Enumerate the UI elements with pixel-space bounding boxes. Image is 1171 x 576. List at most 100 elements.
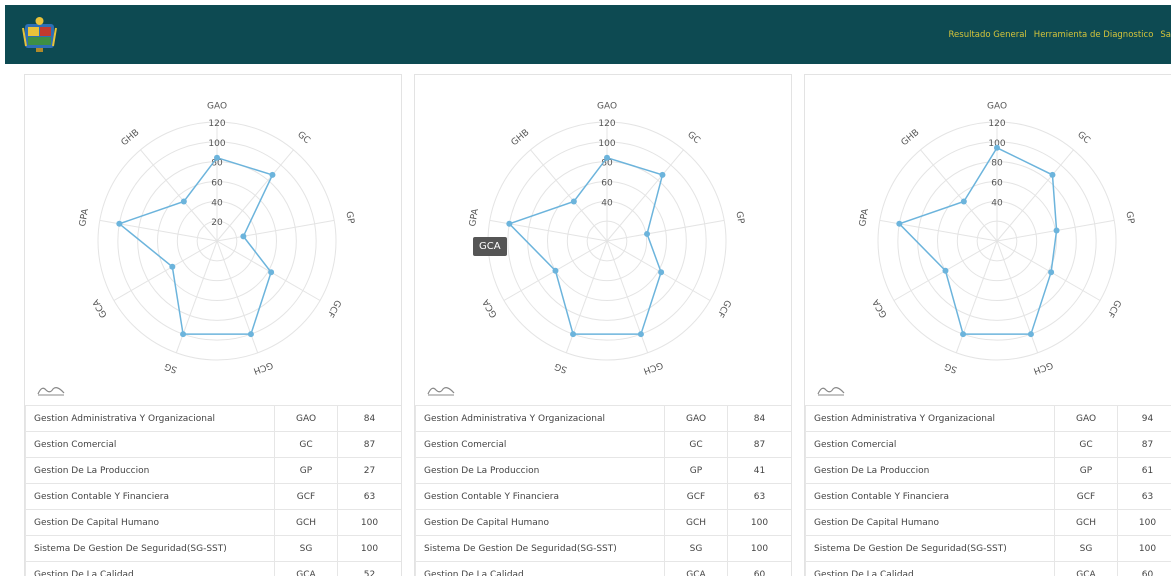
row-abbr: GC [665, 432, 728, 458]
row-value: 27 [338, 458, 402, 484]
data-point-gca[interactable] [169, 264, 175, 270]
table-row[interactable]: Gestion ComercialGC87 [416, 432, 792, 458]
nav-item-resultado-general[interactable]: Resultado General [949, 30, 1027, 40]
row-value: 100 [728, 536, 792, 562]
axis-label-gpa: GPA [78, 207, 91, 227]
table-row[interactable]: Gestion De La CalidadGCA52 [26, 562, 402, 576]
data-point-gao[interactable] [214, 155, 220, 161]
tick-label: 60 [991, 179, 1003, 189]
data-point-gca[interactable] [552, 268, 558, 274]
row-abbr: SG [1055, 536, 1118, 562]
nav-item-herramienta-diagnostico[interactable]: Herramienta de Diagnostico [1034, 30, 1154, 40]
axis-label-gca: GCA [871, 297, 890, 320]
data-point-gp[interactable] [240, 233, 246, 239]
row-name: Gestion Comercial [806, 432, 1055, 458]
data-point-gpa[interactable] [506, 221, 512, 227]
row-abbr: GP [1055, 458, 1118, 484]
tick-label: 40 [601, 198, 613, 208]
row-abbr: GCF [665, 484, 728, 510]
row-name: Gestion Comercial [26, 432, 275, 458]
data-point-gc[interactable] [1049, 172, 1055, 178]
axis-label-gch: GCH [642, 359, 664, 375]
row-value: 87 [1118, 432, 1171, 458]
axis-label-gpa: GPA [468, 207, 481, 227]
axis-label-gca: GCA [481, 297, 500, 320]
table-row[interactable]: Gestion Contable Y FinancieraGCF63 [26, 484, 402, 510]
axis-label-gch: GCH [1032, 359, 1054, 375]
row-abbr: GC [1055, 432, 1118, 458]
table-row[interactable]: Gestion De La CalidadGCA60 [806, 562, 1171, 576]
table-row[interactable]: Sistema De Gestion De Seguridad(SG-SST)S… [806, 536, 1171, 562]
data-point-gca[interactable] [942, 268, 948, 274]
data-point-gcf[interactable] [658, 269, 664, 275]
table-row[interactable]: Gestion De Capital HumanoGCH100 [416, 510, 792, 536]
data-point-gp[interactable] [1054, 227, 1060, 233]
row-value: 87 [338, 432, 402, 458]
data-point-gp[interactable] [644, 231, 650, 237]
row-value: 63 [338, 484, 402, 510]
data-point-gcf[interactable] [268, 269, 274, 275]
radar-chart: GAOGCGPGCFGCHSGGCAGPAGHB12010080604020 [25, 75, 401, 405]
table-row[interactable]: Gestion De La ProduccionGP61 [806, 458, 1171, 484]
tick-label: 100 [208, 139, 225, 149]
row-abbr: GAO [665, 406, 728, 432]
series-line [509, 158, 662, 334]
axis-label-gpa: GPA [858, 207, 871, 227]
radar-chart: GAOGCGPGCFGCHSGGCAGPAGHB120100806040 [805, 75, 1171, 405]
data-point-sg[interactable] [960, 331, 966, 337]
tick-label: 40 [211, 198, 223, 208]
table-row[interactable]: Gestion ComercialGC87 [806, 432, 1171, 458]
table-row[interactable]: Gestion De Capital HumanoGCH100 [806, 510, 1171, 536]
axis-label-gao: GAO [597, 102, 617, 112]
row-abbr: GCA [275, 562, 338, 576]
table-row[interactable]: Gestion De La ProduccionGP41 [416, 458, 792, 484]
table-row[interactable]: Gestion ComercialGC87 [26, 432, 402, 458]
data-point-gao[interactable] [994, 145, 1000, 151]
table-row[interactable]: Gestion Administrativa Y OrganizacionalG… [806, 406, 1171, 432]
series-line [119, 158, 272, 334]
data-point-ghb[interactable] [181, 198, 187, 204]
data-point-gch[interactable] [1028, 331, 1034, 337]
data-point-gao[interactable] [604, 155, 610, 161]
data-point-gc[interactable] [269, 172, 275, 178]
data-point-gch[interactable] [248, 331, 254, 337]
area-chart-icon[interactable] [37, 382, 65, 396]
grid-spoke [114, 241, 217, 301]
data-point-sg[interactable] [570, 331, 576, 337]
tick-label: 20 [211, 218, 223, 228]
table-row[interactable]: Gestion Contable Y FinancieraGCF63 [806, 484, 1171, 510]
data-point-gpa[interactable] [896, 221, 902, 227]
table-row[interactable]: Gestion De Capital HumanoGCH100 [26, 510, 402, 536]
row-name: Gestion Contable Y Financiera [26, 484, 275, 510]
data-point-gc[interactable] [659, 172, 665, 178]
axis-label-ghb: GHB [900, 128, 922, 148]
row-value: 94 [1118, 406, 1171, 432]
table-row[interactable]: Sistema De Gestion De Seguridad(SG-SST)S… [26, 536, 402, 562]
area-chart-icon[interactable] [817, 382, 845, 396]
nav-item-truncated[interactable]: Sa [1160, 30, 1171, 40]
table-row[interactable]: Gestion Contable Y FinancieraGCF63 [416, 484, 792, 510]
data-point-ghb[interactable] [961, 198, 967, 204]
data-point-gcf[interactable] [1048, 269, 1054, 275]
table-row[interactable]: Gestion Administrativa Y OrganizacionalG… [416, 406, 792, 432]
radar-chart: GAOGCGPGCFGCHSGGCAGPAGHB120100806040 [415, 75, 791, 405]
data-point-ghb[interactable] [571, 198, 577, 204]
row-name: Gestion De Capital Humano [26, 510, 275, 536]
shield-logo-icon[interactable] [22, 16, 57, 53]
row-name: Gestion Administrativa Y Organizacional [26, 406, 275, 432]
table-row[interactable]: Gestion De La ProduccionGP27 [26, 458, 402, 484]
axis-label-gcf: GCF [715, 298, 733, 319]
table-row[interactable]: Gestion Administrativa Y OrganizacionalG… [26, 406, 402, 432]
row-name: Gestion De Capital Humano [416, 510, 665, 536]
row-name: Gestion Administrativa Y Organizacional [806, 406, 1055, 432]
axis-label-gp: GP [343, 211, 355, 226]
data-point-gch[interactable] [638, 331, 644, 337]
axis-label-gc: GC [685, 130, 702, 146]
data-point-gpa[interactable] [116, 221, 122, 227]
table-row[interactable]: Sistema De Gestion De Seguridad(SG-SST)S… [416, 536, 792, 562]
axis-label-ghb: GHB [120, 128, 142, 148]
area-chart-icon[interactable] [427, 382, 455, 396]
row-value: 60 [728, 562, 792, 576]
table-row[interactable]: Gestion De La CalidadGCA60 [416, 562, 792, 576]
data-point-sg[interactable] [180, 331, 186, 337]
